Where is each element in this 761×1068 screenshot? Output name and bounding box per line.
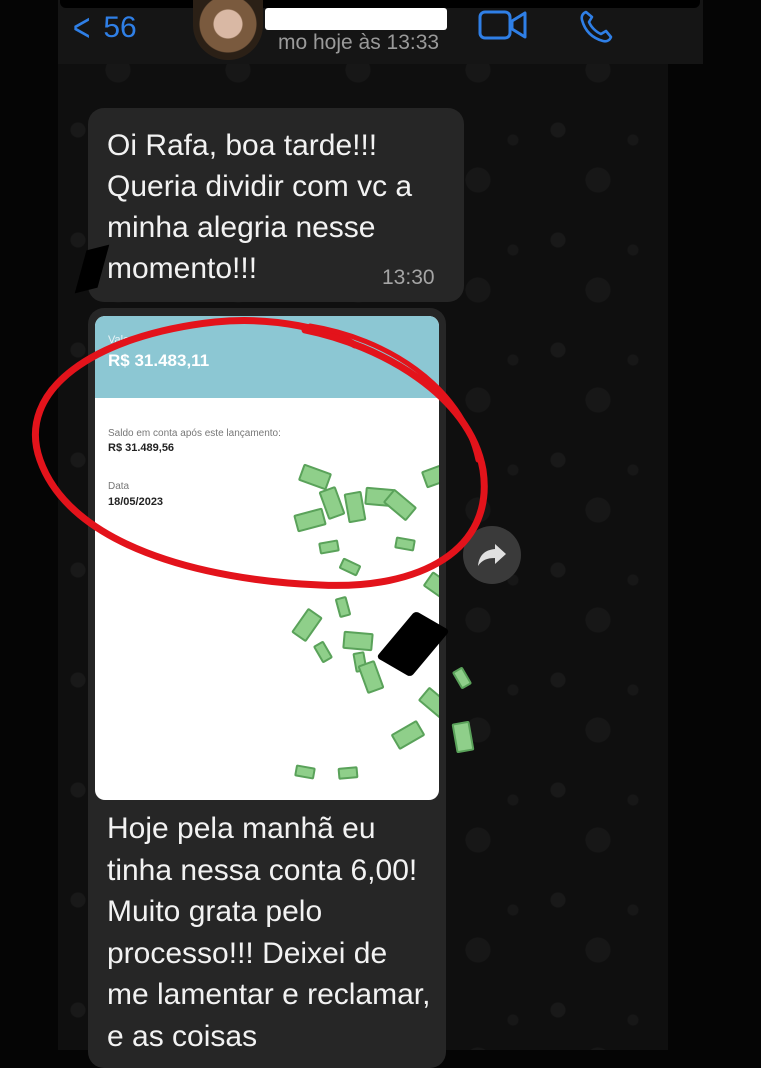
- receipt-saldo: R$ 31.489,56: [108, 442, 175, 454]
- money-sticker: [297, 463, 333, 491]
- header-top-edge: [60, 0, 700, 8]
- unread-count: 56: [103, 11, 137, 44]
- message-text: Oi Rafa, boa tarde!!! Queria dividir com…: [107, 129, 413, 285]
- back-chevron-icon: <: [72, 6, 91, 50]
- money-sticker: [422, 571, 439, 603]
- phone-call-icon[interactable]: [578, 9, 614, 50]
- money-sticker: [420, 461, 439, 489]
- forward-icon: [478, 544, 506, 566]
- video-call-icon[interactable]: [478, 9, 528, 46]
- money-sticker: [293, 507, 327, 533]
- money-sticker: [334, 595, 352, 619]
- money-sticker: [342, 630, 374, 652]
- contact-status: mo hoje às 13:33: [278, 31, 440, 54]
- money-sticker: [343, 490, 367, 524]
- receipt-valor-label: Valor: [108, 334, 133, 346]
- back-button[interactable]: < 56: [70, 6, 137, 50]
- money-sticker: [318, 539, 340, 555]
- receipt-saldo-label: Saldo em conta após este lançamento:: [108, 428, 281, 439]
- money-sticker: [294, 764, 316, 780]
- contact-name-redacted[interactable]: [265, 8, 447, 30]
- receipt-image[interactable]: Valor R$ 31.483,11 Saldo em conta após e…: [95, 316, 439, 800]
- message-text: Hoje pela manhã eu tinha nessa conta 6,0…: [107, 812, 431, 1053]
- money-sticker: [417, 686, 439, 720]
- message-time: 13:30: [382, 266, 435, 289]
- money-sticker: [390, 719, 426, 751]
- money-sticker: [312, 640, 334, 664]
- money-sticker: [338, 557, 362, 577]
- money-sticker: [291, 607, 323, 643]
- forward-button[interactable]: [463, 526, 521, 584]
- receipt-data-label: Data: [108, 481, 130, 492]
- receipt-valor: R$ 31.483,11: [108, 351, 210, 370]
- receipt-data: 18/05/2023: [108, 496, 164, 508]
- money-sticker: [337, 766, 359, 780]
- money-sticker: [394, 536, 416, 552]
